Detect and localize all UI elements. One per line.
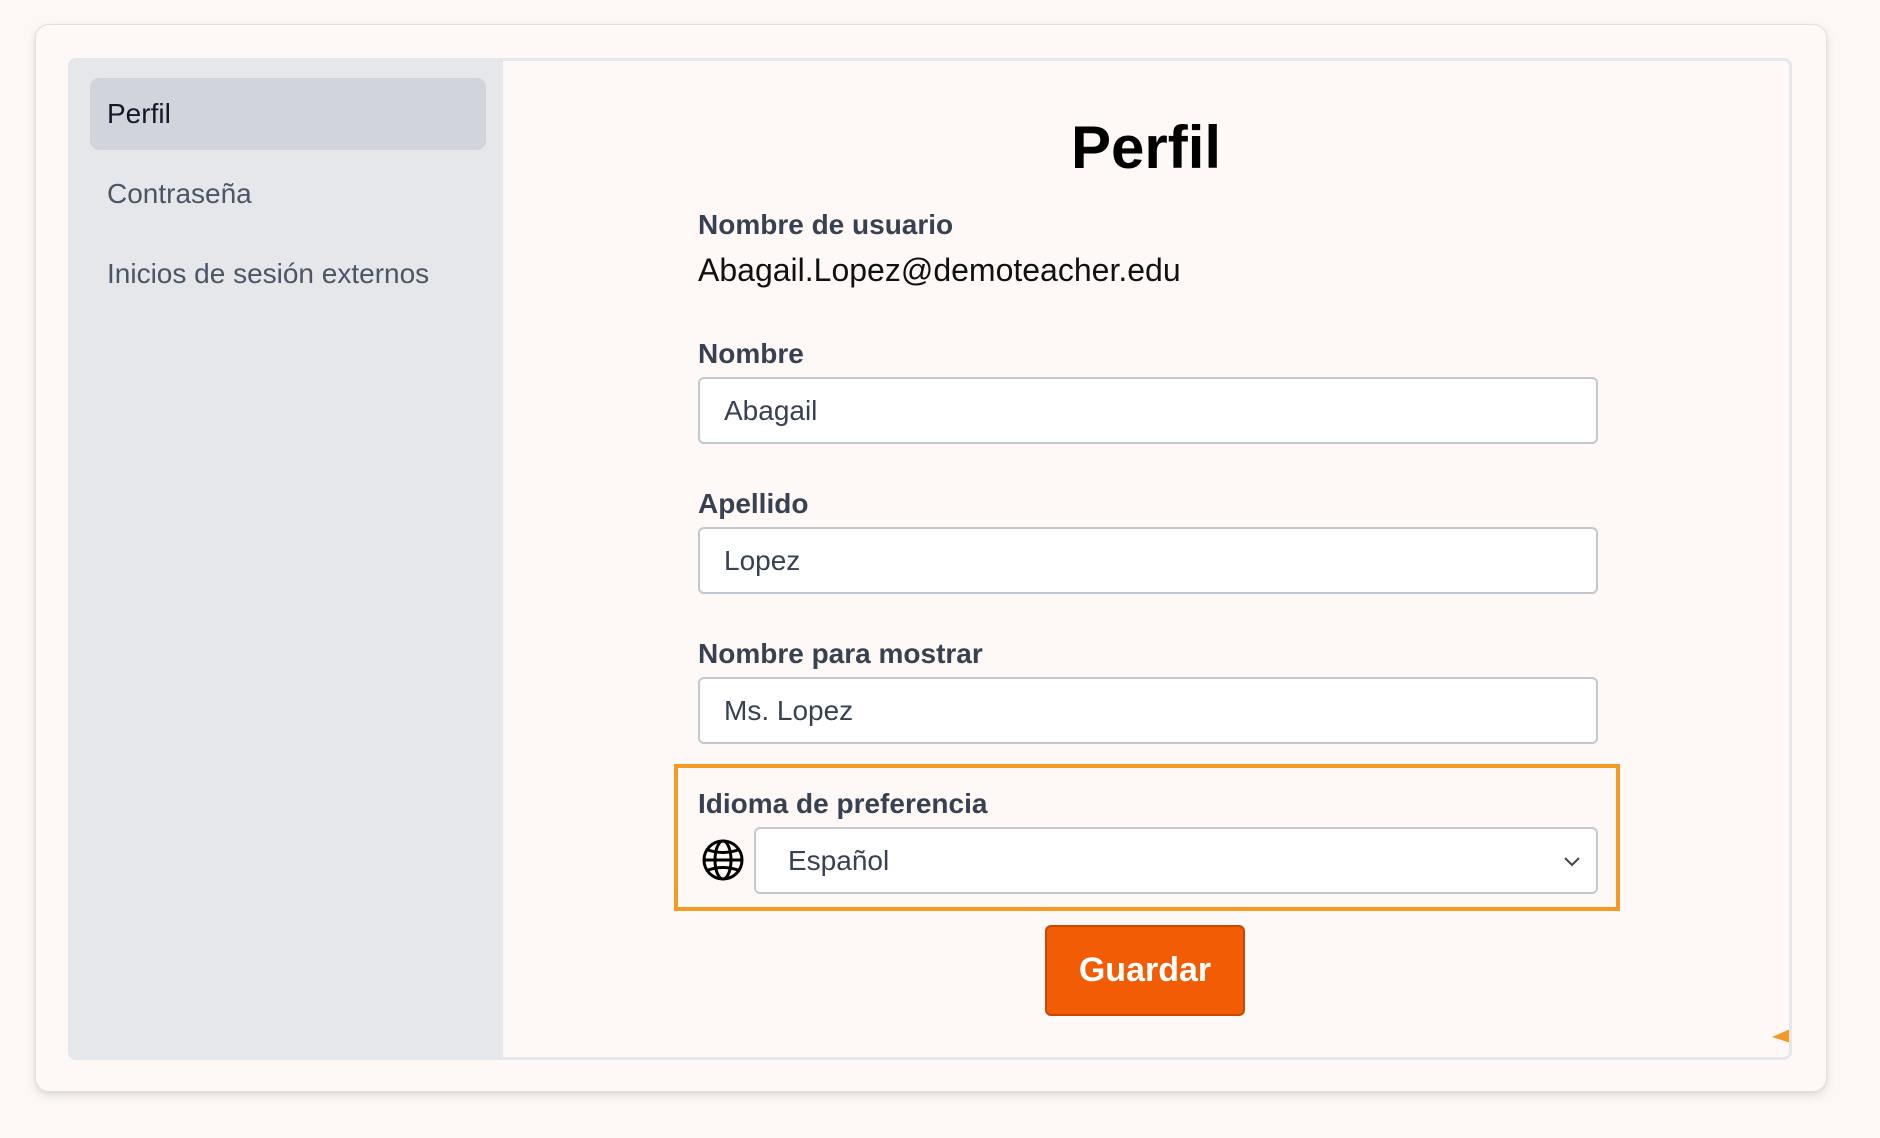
username-label: Nombre de usuario [698,209,954,240]
profile-form: Perfil Nombre de usuario Abagail.Lopez@d… [503,61,1789,1057]
last-name-input[interactable]: Lopez [698,527,1598,594]
last-name-label: Apellido [698,488,809,519]
chevron-down-icon [1564,857,1580,867]
globe-icon [702,839,744,881]
language-select-value: Español [788,845,890,876]
save-button[interactable]: Guardar [1045,925,1245,1016]
pointer-arrow [1772,1029,1789,1043]
language-select[interactable]: Español [754,827,1598,894]
sidebar-item-inicios-externos[interactable]: Inicios de sesión externos [90,238,486,310]
first-name-label: Nombre [698,338,804,369]
language-label: Idioma de preferencia [698,788,988,819]
settings-panel: Perfil Contraseña Inicios de sesión exte… [68,58,1792,1060]
first-name-input[interactable]: Abagail [698,377,1598,444]
sidebar-item-perfil[interactable]: Perfil [90,78,486,150]
sidebar-item-contrasena[interactable]: Contraseña [90,158,486,230]
display-name-label: Nombre para mostrar [698,638,983,669]
page-title: Perfil [1070,114,1222,181]
username-value: Abagail.Lopez@demoteacher.edu [698,252,1181,288]
display-name-input[interactable]: Ms. Lopez [698,677,1598,744]
sidebar: Perfil Contraseña Inicios de sesión exte… [71,61,503,1057]
